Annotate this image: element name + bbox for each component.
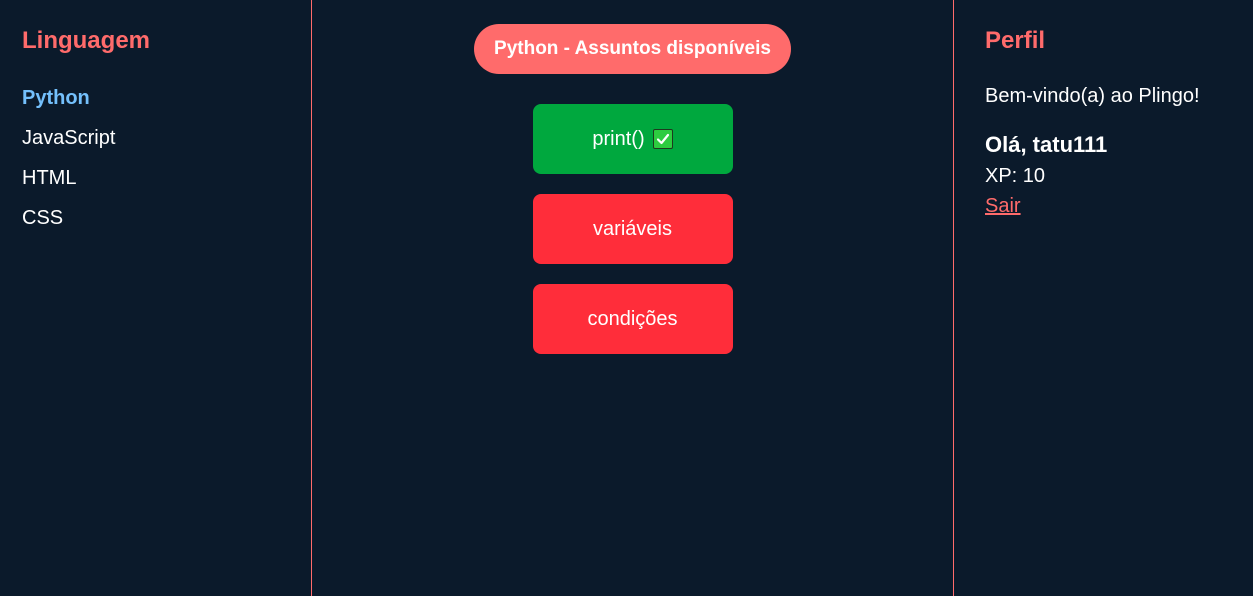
app-layout: Linguagem Python JavaScript HTML CSS Pyt… [0, 0, 1253, 596]
topic-button-variaveis[interactable]: variáveis [532, 194, 733, 264]
topic-list: print() variáveis condições [532, 104, 733, 354]
language-list: Python JavaScript HTML CSS [22, 78, 289, 238]
topic-label: variáveis [593, 217, 672, 240]
language-item-javascript[interactable]: JavaScript [22, 118, 289, 158]
topics-panel: Python - Assuntos disponíveis print() va… [312, 0, 954, 596]
language-item-html[interactable]: HTML [22, 158, 289, 198]
topics-heading: Python - Assuntos disponíveis [474, 24, 791, 74]
topic-button-condicoes[interactable]: condições [532, 284, 733, 354]
topic-button-print[interactable]: print() [532, 104, 733, 174]
topic-label: print() [592, 127, 645, 150]
language-item-python[interactable]: Python [22, 78, 289, 118]
xp-counter: XP: 10 [985, 165, 1046, 187]
profile-panel: Perfil Bem-vindo(a) ao Plingo! Olá, tatu… [954, 0, 1253, 596]
language-item-css[interactable]: CSS [22, 198, 289, 238]
profile-title: Perfil [985, 27, 1046, 54]
welcome-message: Bem-vindo(a) ao Plingo! [985, 85, 1200, 107]
sidebar-title: Linguagem [22, 27, 151, 54]
check-box-icon [652, 129, 673, 149]
logout-link[interactable]: Sair [985, 194, 1021, 218]
language-sidebar: Linguagem Python JavaScript HTML CSS [0, 0, 312, 596]
user-greeting: Olá, tatu111 [985, 132, 1108, 157]
topic-label: condições [587, 307, 678, 330]
